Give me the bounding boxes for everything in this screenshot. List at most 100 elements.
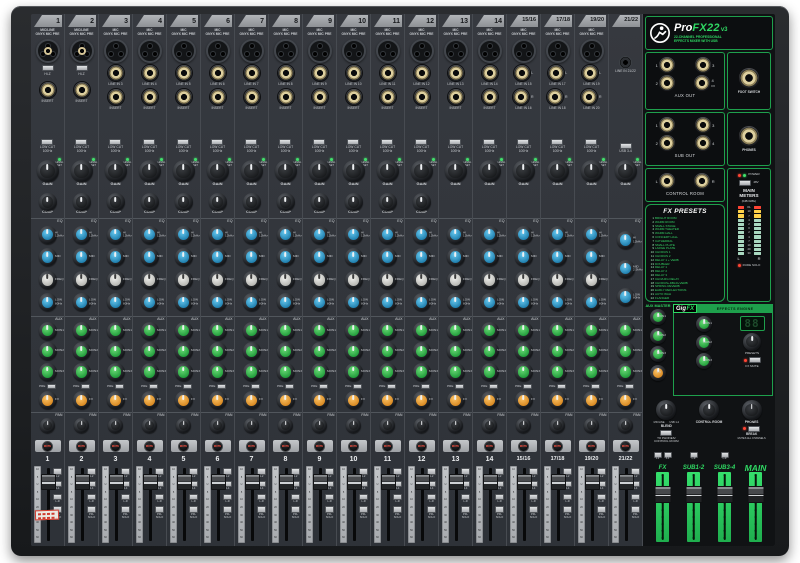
channel-fader[interactable] [211, 474, 226, 490]
channel-fader[interactable] [415, 474, 430, 490]
mon3-knob[interactable] [412, 362, 431, 381]
pan-knob[interactable] [312, 418, 327, 433]
eq-low-knob[interactable] [582, 293, 601, 312]
pan-knob[interactable] [380, 418, 395, 433]
fx-send-knob[interactable] [514, 391, 533, 410]
mon1-knob[interactable] [548, 321, 567, 340]
eq-low-knob[interactable] [242, 293, 261, 312]
comp-knob[interactable] [208, 193, 227, 212]
mon2-knob[interactable] [616, 342, 635, 361]
gain-knob[interactable] [172, 159, 195, 182]
gain-knob[interactable] [444, 159, 467, 182]
pre-switch[interactable] [454, 383, 464, 389]
eq-freq-knob[interactable] [412, 270, 431, 289]
pre-switch[interactable] [216, 383, 226, 389]
pfl-solo-button[interactable] [121, 506, 130, 513]
mon1-knob[interactable] [38, 321, 57, 340]
pre-switch[interactable] [420, 383, 430, 389]
mute-button[interactable]: MUTE [552, 440, 563, 452]
eq-hi-knob[interactable] [514, 225, 533, 244]
pfl-solo-button[interactable] [393, 506, 402, 513]
eq-hi-knob[interactable] [38, 225, 57, 244]
eq-mid-knob[interactable] [344, 248, 363, 267]
channel-fader[interactable] [143, 474, 158, 490]
pan-knob[interactable] [142, 418, 157, 433]
gain-knob[interactable] [308, 159, 331, 182]
fx-send-knob[interactable] [616, 391, 635, 410]
mute-button[interactable]: MUTE [76, 440, 87, 452]
eq-mid-knob[interactable] [208, 248, 227, 267]
hiz-switch[interactable] [75, 64, 88, 71]
mon3-knob[interactable] [106, 362, 125, 381]
eq-freq-knob[interactable] [310, 270, 329, 289]
mon2-knob[interactable] [514, 342, 533, 361]
eq-mid-knob[interactable] [174, 248, 193, 267]
pre-switch[interactable] [352, 383, 362, 389]
eq-mid-knob[interactable] [106, 248, 125, 267]
pfl-solo-button[interactable] [359, 506, 368, 513]
mute-button[interactable]: MUTE [348, 440, 359, 452]
eq-mid-knob[interactable] [72, 248, 91, 267]
mon2-knob[interactable] [242, 342, 261, 361]
mon2-knob[interactable] [582, 342, 601, 361]
mon1-knob[interactable] [310, 321, 329, 340]
channel-fader[interactable] [585, 474, 600, 490]
eq-mid-knob[interactable] [242, 248, 261, 267]
pan-knob[interactable] [108, 418, 123, 433]
eq-freq-knob[interactable] [514, 270, 533, 289]
control-room-knob[interactable] [698, 400, 719, 420]
pan-knob[interactable] [550, 418, 565, 433]
pre-switch[interactable] [556, 383, 566, 389]
channel-fader[interactable] [177, 474, 192, 490]
fx-send-knob[interactable] [174, 391, 193, 410]
mon3-knob[interactable] [446, 362, 465, 381]
pre-switch[interactable] [114, 383, 124, 389]
mon1-knob[interactable] [616, 321, 635, 340]
phones-knob[interactable] [741, 400, 762, 420]
mon2-knob[interactable] [310, 342, 329, 361]
pan-knob[interactable] [40, 418, 55, 433]
mute-button[interactable]: MUTE [110, 440, 121, 452]
eq-hi-knob[interactable] [616, 231, 635, 250]
pfl-solo-button[interactable] [325, 506, 334, 513]
fx-send-knob[interactable] [140, 391, 159, 410]
pan-knob[interactable] [244, 418, 259, 433]
channel-fader[interactable] [245, 474, 260, 490]
mon2-knob[interactable] [344, 342, 363, 361]
mon2-knob[interactable] [106, 342, 125, 361]
eq-hi-knob[interactable] [378, 225, 397, 244]
comp-knob[interactable] [412, 193, 431, 212]
comp-knob[interactable] [310, 193, 329, 212]
mute-button[interactable]: MUTE [42, 440, 53, 452]
gain-knob[interactable] [104, 159, 127, 182]
mon3-knob[interactable] [310, 362, 329, 381]
mon3-knob[interactable] [242, 362, 261, 381]
mon2-knob[interactable] [446, 342, 465, 361]
fx-send-knob[interactable] [480, 391, 499, 410]
pfl-solo-button[interactable] [257, 506, 266, 513]
mon1-knob[interactable] [378, 321, 397, 340]
eq-freq-knob[interactable] [548, 270, 567, 289]
mon3-knob[interactable] [276, 362, 295, 381]
mon3-knob[interactable] [140, 362, 159, 381]
mute-button[interactable]: MUTE [144, 440, 155, 452]
eq-low-knob[interactable] [412, 293, 431, 312]
comp-knob[interactable] [140, 193, 159, 212]
eq-mid-knob[interactable] [378, 248, 397, 267]
pan-knob[interactable] [414, 418, 429, 433]
eq-mid-knob[interactable] [446, 248, 465, 267]
fx-mute-button[interactable] [748, 357, 761, 364]
mute-button[interactable]: MUTE [178, 440, 189, 452]
eq-freq-knob[interactable] [378, 270, 397, 289]
fx-send-knob[interactable] [446, 391, 465, 410]
eq-mid-knob[interactable] [276, 248, 295, 267]
eq-freq-knob[interactable] [208, 270, 227, 289]
mute-button[interactable]: MUTE [212, 440, 223, 452]
channel-fader[interactable] [347, 474, 362, 490]
mon1-knob[interactable] [106, 321, 125, 340]
gain-knob[interactable] [512, 159, 535, 182]
fx-send-knob[interactable] [106, 391, 125, 410]
pre-switch[interactable] [46, 383, 56, 389]
eq-hi-knob[interactable] [412, 225, 431, 244]
eq-freq-knob[interactable] [242, 270, 261, 289]
